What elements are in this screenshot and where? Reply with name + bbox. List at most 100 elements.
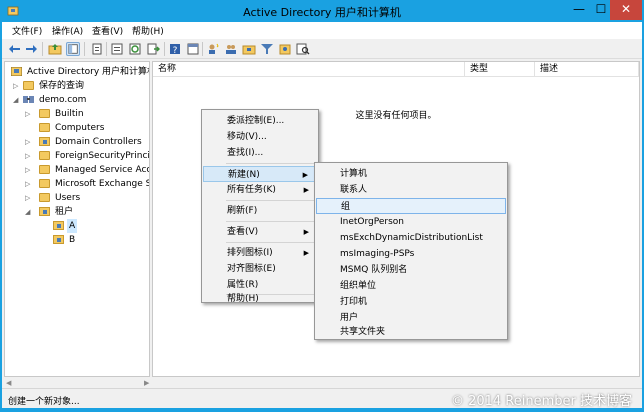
new-submenu: 计算机 联系人 组 InetOrgPerson msExchDynamicDis… (314, 162, 508, 340)
expand-arrow-icon[interactable]: ▷ (25, 191, 33, 205)
new-ou-icon[interactable] (242, 42, 256, 56)
refresh-icon[interactable] (128, 42, 142, 56)
tree-item-label: 保存的查询 (39, 81, 85, 91)
folder-icon (39, 151, 50, 160)
tree-root[interactable]: Active Directory 用户和计算机 (9, 65, 149, 79)
up-folder-icon[interactable] (48, 42, 62, 56)
expand-arrow-icon[interactable]: ▷ (25, 177, 33, 191)
ou-icon (53, 235, 64, 244)
menu-item-refresh[interactable]: 刷新(F) (203, 203, 317, 219)
expand-arrow-icon[interactable]: ▷ (13, 79, 21, 93)
menu-item-find[interactable]: 查找(I)... (203, 145, 317, 161)
menu-help[interactable]: 帮助(H) (132, 24, 164, 37)
ou-icon (53, 221, 64, 230)
export-icon[interactable] (146, 42, 160, 56)
svg-text:?: ? (173, 46, 178, 56)
submenu-arrow-icon: ▶ (302, 171, 308, 179)
forward-icon[interactable] (24, 42, 38, 56)
title-bar[interactable]: Active Directory 用户和计算机 — ☐ ✕ (0, 0, 644, 22)
folder-icon (39, 179, 50, 188)
watermark: © 2014 Reinember 技术博客 (450, 394, 632, 409)
menu-item-move[interactable]: 移动(V)... (203, 129, 317, 145)
tree-item-foreign-security[interactable]: ▷ ForeignSecurityPrincipa (9, 149, 149, 163)
menu-item-properties[interactable]: 属性(R) (203, 277, 317, 293)
submenu-item-shared-folder[interactable]: 共享文件夹 (316, 324, 506, 340)
expand-arrow-icon[interactable]: ▷ (25, 135, 33, 149)
tree-item-label: 租户 (55, 207, 74, 217)
tree-item-tenants[interactable]: ◢ 租户 (9, 205, 149, 219)
menu-item-view[interactable]: 查看(V) ▶ (203, 224, 317, 240)
tree-item-saved-queries[interactable]: ▷ 保存的查询 (9, 79, 149, 93)
tree-item-exchange[interactable]: ▷ Microsoft Exchange Se (9, 177, 149, 191)
domain-icon (23, 96, 34, 103)
menu-action[interactable]: 操作(A) (52, 24, 83, 37)
submenu-item-contact[interactable]: 联系人 (316, 182, 506, 198)
menu-item-arrange-icons[interactable]: 排列图标(I) ▶ (203, 245, 317, 261)
tree-item-label: Domain Controllers (55, 137, 142, 147)
menu-item-delegate-control[interactable]: 委派控制(E)... (203, 113, 317, 129)
new-user-icon[interactable] (206, 42, 220, 56)
submenu-arrow-icon: ▶ (303, 228, 309, 236)
submenu-item-printer[interactable]: 打印机 (316, 294, 506, 310)
expand-arrow-icon[interactable]: ▷ (25, 163, 33, 177)
tree-item-label: B (69, 235, 76, 245)
status-text: 创建一个新对象... (8, 397, 80, 407)
tree-item-label: Microsoft Exchange Se (55, 179, 150, 189)
collapse-arrow-icon[interactable]: ◢ (13, 93, 21, 107)
submenu-item-ou[interactable]: 组织单位 (316, 278, 506, 294)
menu-view[interactable]: 查看(V) (92, 24, 123, 37)
find-icon[interactable] (296, 42, 310, 56)
close-button[interactable]: ✕ (610, 0, 642, 20)
menu-item-help[interactable]: 帮助(H) (203, 295, 317, 304)
menu-file[interactable]: 文件(F) (12, 24, 42, 37)
submenu-arrow-icon: ▶ (303, 186, 309, 194)
collapse-arrow-icon[interactable]: ◢ (25, 205, 33, 219)
tree-item-builtin[interactable]: ▷ Builtin (9, 107, 149, 121)
tree-item-domain-controllers[interactable]: ▷ Domain Controllers (9, 135, 149, 149)
show-tree-icon[interactable] (66, 42, 80, 56)
expand-arrow-icon[interactable]: ▷ (25, 149, 33, 163)
submenu-item-msimaging-psps[interactable]: msImaging-PSPs (316, 246, 506, 262)
tree-item-managed-service[interactable]: ▷ Managed Service Acco (9, 163, 149, 177)
column-header-type[interactable]: 类型 (465, 62, 535, 77)
tree-item-label: Managed Service Acco (55, 165, 150, 175)
menu-item-line-up-icons[interactable]: 对齐图标(E) (203, 261, 317, 277)
column-header-name[interactable]: 名称 (153, 62, 465, 77)
minimize-button[interactable]: — (568, 0, 590, 20)
tree-item-tenant-a[interactable]: A (9, 219, 149, 233)
console-icon[interactable] (186, 42, 200, 56)
console-tree[interactable]: Active Directory 用户和计算机 ▷ 保存的查询 ◢ demo.c… (4, 61, 150, 377)
filter-icon[interactable] (260, 42, 274, 56)
submenu-item-computer[interactable]: 计算机 (316, 166, 506, 182)
submenu-item-dynamic-distribution-list[interactable]: msExchDynamicDistributionList (316, 230, 506, 246)
submenu-item-msmq-alias[interactable]: MSMQ 队列别名 (316, 262, 506, 278)
scroll-right-icon[interactable]: ▶ (144, 379, 149, 387)
copy-icon[interactable] (90, 42, 104, 56)
add-to-group-icon[interactable] (278, 42, 292, 56)
maximize-button[interactable]: ☐ (590, 0, 612, 20)
submenu-item-inetorgperson[interactable]: InetOrgPerson (316, 214, 506, 230)
properties-icon[interactable] (110, 42, 124, 56)
help-icon[interactable]: ? (168, 42, 182, 56)
tree-item-users[interactable]: ▷ Users (9, 191, 149, 205)
ad-root-icon (11, 67, 22, 76)
column-header-description[interactable]: 描述 (535, 62, 639, 77)
expand-arrow-icon[interactable]: ▷ (25, 107, 33, 121)
menu-item-new[interactable]: 新建(N) ▶ (203, 166, 317, 182)
toolbar-separator (202, 42, 203, 56)
scroll-left-icon[interactable]: ◀ (6, 379, 11, 387)
menu-item-all-tasks[interactable]: 所有任务(K) ▶ (203, 182, 317, 198)
menu-separator (226, 163, 314, 164)
submenu-item-group[interactable]: 组 (316, 198, 506, 214)
tree-item-tenant-b[interactable]: B (9, 233, 149, 247)
tree-item-domain[interactable]: ◢ demo.com (9, 93, 149, 107)
tree-item-label: ForeignSecurityPrincipa (55, 151, 150, 161)
menu-separator (226, 242, 314, 243)
new-group-icon[interactable] (224, 42, 238, 56)
folder-icon (39, 193, 50, 202)
client-area: 文件(F) 操作(A) 查看(V) 帮助(H) ? Active Directo… (2, 22, 642, 409)
tree-item-computers[interactable]: Computers (9, 121, 149, 135)
back-icon[interactable] (8, 42, 22, 56)
context-menu: 委派控制(E)... 移动(V)... 查找(I)... 新建(N) ▶ 所有任… (201, 109, 319, 304)
toolbar-separator (164, 42, 165, 56)
